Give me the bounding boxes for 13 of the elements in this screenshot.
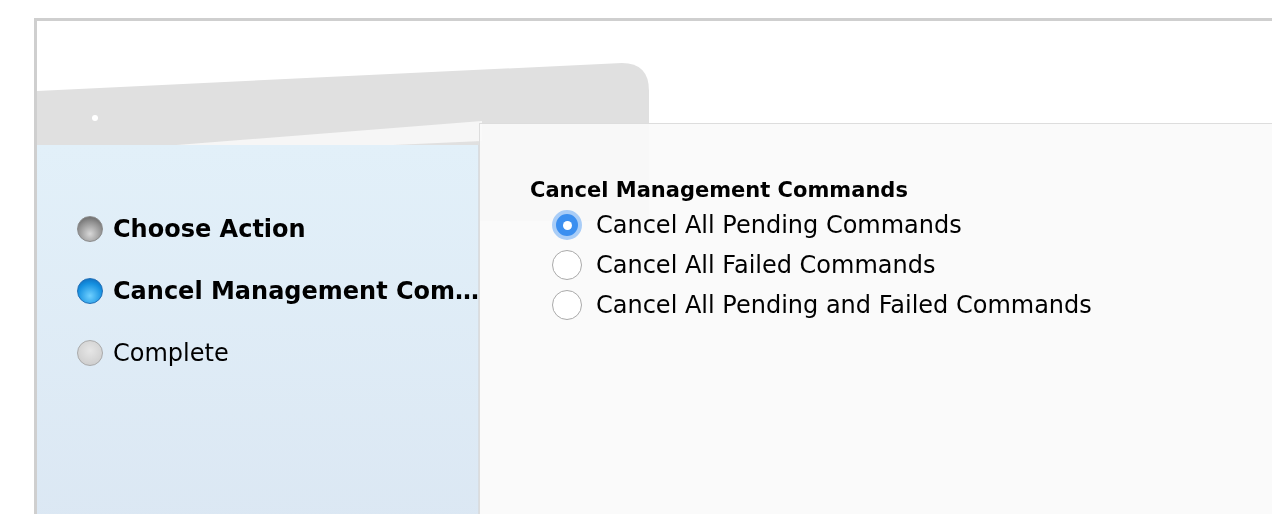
step-status-icon xyxy=(77,216,103,242)
step-label[interactable]: Cancel Management Com… xyxy=(113,277,480,305)
step-status-icon xyxy=(77,278,103,304)
radio-label[interactable]: Cancel All Pending and Failed Commands xyxy=(596,291,1092,319)
step-status-icon xyxy=(77,340,103,366)
radio-button[interactable] xyxy=(552,250,582,280)
section-title: Cancel Management Commands xyxy=(530,178,909,202)
step-label[interactable]: Choose Action xyxy=(113,215,306,243)
radio-label[interactable]: Cancel All Failed Commands xyxy=(596,251,936,279)
radio-label[interactable]: Cancel All Pending Commands xyxy=(596,211,962,239)
radio-button[interactable] xyxy=(552,290,582,320)
step-label[interactable]: Complete xyxy=(113,339,229,367)
radio-button[interactable] xyxy=(552,210,582,240)
